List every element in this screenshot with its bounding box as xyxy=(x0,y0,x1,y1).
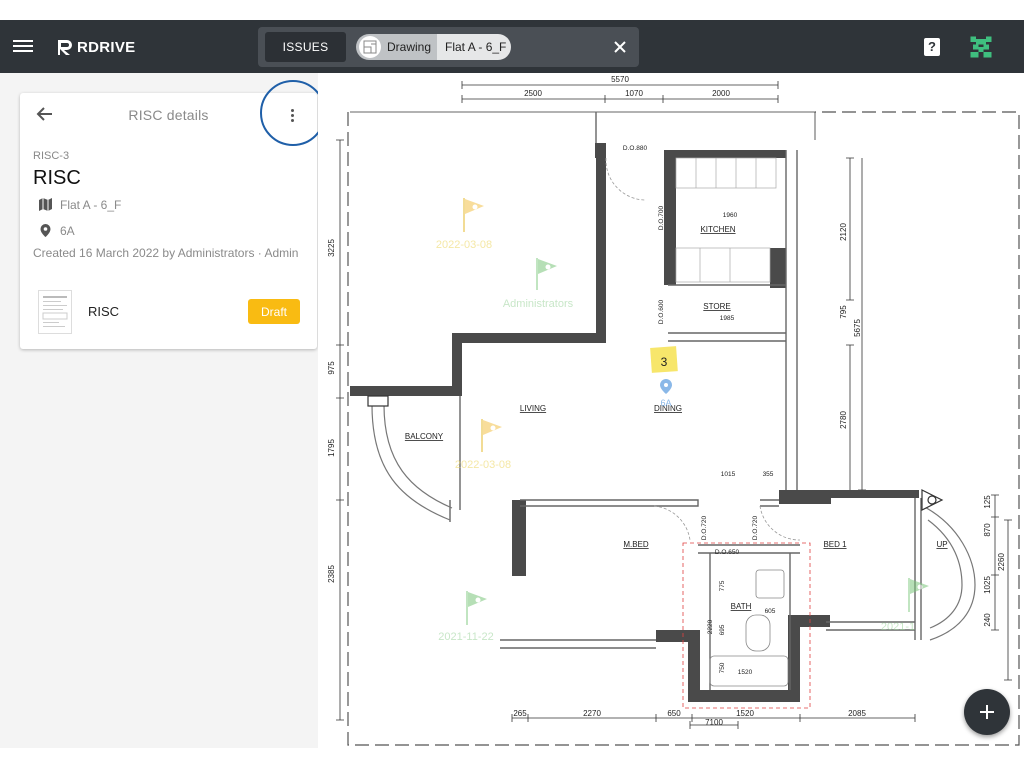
dim-right: 1025 xyxy=(983,576,992,594)
inner-dim: 355 xyxy=(763,471,774,478)
pin-label: 2022-03-08 xyxy=(455,459,511,471)
dim-right: 240 xyxy=(983,613,992,627)
dim-bottom: 2085 xyxy=(848,709,866,718)
dim-bottom: 1520 xyxy=(736,709,754,718)
menu-icon[interactable] xyxy=(13,37,33,57)
dim-top: 2500 xyxy=(524,89,542,98)
inner-dim: D.O.700 xyxy=(658,206,665,231)
location-name: 6A xyxy=(60,223,75,238)
dim-right: 2120 xyxy=(839,223,848,241)
room-label: LIVING xyxy=(520,404,546,413)
room-label: BALCONY xyxy=(405,432,444,441)
issue-marker[interactable]: 3 6A xyxy=(650,346,678,408)
drawing-name: Flat A - 6_F xyxy=(60,197,122,212)
pin-label: 2022-03-08 xyxy=(436,239,492,251)
inner-dim: 1520 xyxy=(738,669,753,676)
chip-type: Drawing xyxy=(356,34,438,60)
room-label: BATH xyxy=(731,602,752,611)
room-label: KITCHEN xyxy=(700,225,735,234)
risc-name: RISC xyxy=(33,167,81,189)
inner-dim: 1960 xyxy=(723,212,738,219)
context-tabs: ISSUES Drawing Flat A - 6_F xyxy=(258,27,639,67)
dim-right: 795 xyxy=(839,305,848,319)
pin-label: Administrators xyxy=(503,298,574,310)
inner-dim: 1985 xyxy=(720,315,735,322)
back-arrow-icon[interactable] xyxy=(36,105,54,123)
dim-left: 1795 xyxy=(327,439,336,457)
risc-id: RISC-3 xyxy=(33,150,70,162)
dim-right: 2780 xyxy=(839,411,848,429)
dim-top-total: 5570 xyxy=(611,75,629,84)
room-label: M.BED xyxy=(623,540,649,549)
document-name[interactable]: RISC xyxy=(88,304,119,319)
more-options-highlight xyxy=(260,80,326,146)
dim-left: 975 xyxy=(327,361,336,375)
inner-dim: 605 xyxy=(765,608,776,615)
inner-dim: 750 xyxy=(719,662,726,673)
details-panel: RISC details RISC-3 RISC Flat A - 6_F 6A… xyxy=(0,73,318,748)
inner-dim: D.O.600 xyxy=(658,300,665,325)
close-icon[interactable] xyxy=(612,39,628,55)
dim-bottom: 265 xyxy=(513,709,527,718)
room-label: BED 1 xyxy=(823,540,847,549)
dim-top: 2000 xyxy=(712,89,730,98)
inner-dim: 695 xyxy=(719,624,726,635)
status-badge: Draft xyxy=(248,299,300,324)
pin-label: 2021-1 xyxy=(881,621,915,633)
created-info: Created 16 March 2022 by Administrators … xyxy=(33,246,299,260)
add-button[interactable] xyxy=(964,689,1010,735)
brand-logo[interactable]: RDRIVE xyxy=(56,35,135,59)
help-icon[interactable]: ? xyxy=(924,38,940,56)
flag-pin-icon[interactable] xyxy=(481,419,502,452)
location-pin-icon xyxy=(40,224,51,237)
pin-label: 2021-11-22 xyxy=(438,631,493,643)
top-app-bar: RDRIVE ISSUES Drawing Flat A - 6_F ? xyxy=(0,20,1024,73)
drawing-thumbnail-icon xyxy=(359,36,381,58)
dim-left: 2385 xyxy=(327,565,336,583)
dim-bottom: 2270 xyxy=(583,709,601,718)
map-icon xyxy=(39,198,52,211)
flag-pin-icon[interactable] xyxy=(463,198,484,232)
dim-left: 3225 xyxy=(327,239,336,257)
chip-type-label: Drawing xyxy=(387,40,432,54)
rdrive-logo-icon xyxy=(58,40,72,55)
marker-location: 6A xyxy=(660,398,671,408)
inner-dim: 775 xyxy=(719,580,726,591)
drawing-row: Flat A - 6_F xyxy=(38,197,121,212)
user-avatar[interactable] xyxy=(968,34,994,60)
marker-number: 3 xyxy=(661,355,668,369)
inner-dim: 2220 xyxy=(707,619,714,634)
chip-drawing-name: Flat A - 6_F xyxy=(437,34,511,60)
inner-dim: D.O.880 xyxy=(623,145,648,152)
flag-pin-icon[interactable] xyxy=(536,258,557,290)
dim-right: 870 xyxy=(983,523,992,537)
inner-dim: D.O.650 xyxy=(715,549,740,556)
floor-plan[interactable]: 5570 2500 1070 2000 265 2270 650 1520 20… xyxy=(318,73,1024,748)
inner-dim: 1015 xyxy=(721,471,736,478)
dim-top: 1070 xyxy=(625,89,643,98)
flag-pin-icon[interactable] xyxy=(908,578,929,612)
dim-right: 2260 xyxy=(997,553,1006,571)
inner-dim: D.O.720 xyxy=(701,516,708,541)
drawing-viewer[interactable]: 5570 2500 1070 2000 265 2270 650 1520 20… xyxy=(318,73,1024,748)
room-label: STORE xyxy=(703,302,730,311)
dim-right: 5675 xyxy=(853,319,862,337)
inner-dim: D.O.720 xyxy=(752,516,759,541)
issues-button[interactable]: ISSUES xyxy=(265,32,346,62)
plus-icon xyxy=(980,705,994,719)
location-row: 6A xyxy=(38,223,75,238)
brand-name: RDRIVE xyxy=(77,38,136,56)
flag-pin-icon[interactable] xyxy=(466,591,487,625)
dim-bottom: 7100 xyxy=(705,718,723,727)
document-thumbnail[interactable] xyxy=(38,290,72,334)
room-label: UP xyxy=(936,540,947,549)
drawing-chip[interactable]: Drawing Flat A - 6_F xyxy=(356,34,511,60)
dim-bottom: 650 xyxy=(667,709,681,718)
dim-right: 125 xyxy=(983,495,992,509)
